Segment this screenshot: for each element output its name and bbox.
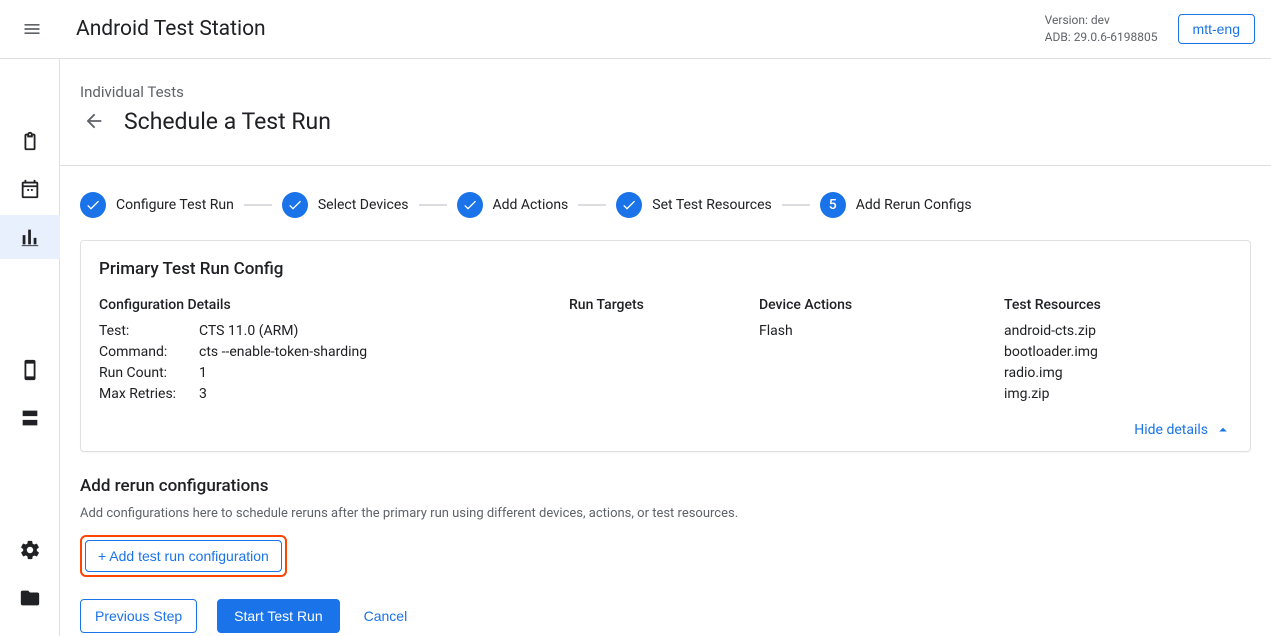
nav-phone-icon[interactable] — [0, 348, 60, 392]
check-icon — [457, 192, 483, 218]
col-header-actions: Device Actions — [759, 297, 994, 313]
action-row: Previous Step Start Test Run Cancel — [80, 599, 1251, 633]
resource-item: img.zip — [1004, 384, 1232, 405]
adb-line: ADB: 29.0.6-6198805 — [1045, 29, 1158, 46]
rerun-section-desc: Add configurations here to schedule reru… — [80, 506, 1251, 521]
col-header-targets: Run Targets — [569, 297, 749, 313]
card-title: Primary Test Run Config — [99, 259, 1232, 279]
step-connector — [782, 204, 810, 206]
version-line: Version: dev — [1045, 12, 1158, 29]
nav-calendar-icon[interactable] — [0, 167, 60, 211]
step-label: Configure Test Run — [116, 197, 234, 213]
kv-label: Test: — [99, 321, 191, 342]
resource-item: bootloader.img — [1004, 342, 1232, 363]
previous-step-button[interactable]: Previous Step — [80, 599, 197, 633]
highlight-box: + Add test run configuration — [80, 535, 287, 577]
step-label: Add Actions — [493, 197, 569, 213]
kv-value: 3 — [199, 384, 207, 405]
nav-analytics-icon[interactable] — [0, 215, 60, 259]
step-select-devices[interactable]: Select Devices — [282, 192, 409, 218]
kv-label: Command: — [99, 342, 191, 363]
step-label: Add Rerun Configs — [856, 197, 972, 213]
nav-settings-icon[interactable] — [0, 528, 60, 572]
app-title: Android Test Station — [76, 17, 266, 41]
step-connector — [244, 204, 272, 206]
menu-icon[interactable] — [12, 9, 52, 49]
start-test-run-button[interactable]: Start Test Run — [217, 599, 339, 633]
page-title: Schedule a Test Run — [124, 108, 331, 135]
nav-server-icon[interactable] — [0, 396, 60, 440]
step-set-test-resources[interactable]: Set Test Resources — [616, 192, 771, 218]
back-arrow-icon[interactable] — [80, 107, 108, 135]
hide-details-toggle[interactable]: Hide details — [99, 421, 1232, 439]
add-test-run-config-button[interactable]: + Add test run configuration — [85, 540, 282, 572]
check-icon — [616, 192, 642, 218]
step-label: Select Devices — [318, 197, 409, 213]
side-rail — [0, 59, 60, 636]
rerun-section-title: Add rerun configurations — [80, 476, 1251, 496]
step-add-actions[interactable]: Add Actions — [457, 192, 569, 218]
step-label: Set Test Resources — [652, 197, 771, 213]
check-icon — [282, 192, 308, 218]
main-content: Individual Tests Schedule a Test Run Con… — [60, 59, 1271, 636]
kv-value: CTS 11.0 (ARM) — [199, 321, 298, 342]
kv-label: Max Retries: — [99, 384, 191, 405]
step-connector — [578, 204, 606, 206]
kv-value: cts --enable-token-sharding — [199, 342, 367, 363]
step-connector — [419, 204, 447, 206]
resource-item: radio.img — [1004, 363, 1232, 384]
divider — [60, 165, 1271, 166]
step-number: 5 — [820, 192, 846, 218]
resource-item: android-cts.zip — [1004, 321, 1232, 342]
cancel-button[interactable]: Cancel — [360, 600, 412, 632]
step-configure-test-run[interactable]: Configure Test Run — [80, 192, 234, 218]
col-header-resources: Test Resources — [1004, 297, 1232, 313]
col-header-config: Configuration Details — [99, 297, 559, 313]
kv-value: 1 — [199, 363, 207, 384]
step-add-rerun-configs[interactable]: 5 Add Rerun Configs — [820, 192, 972, 218]
primary-config-card: Primary Test Run Config Configuration De… — [80, 240, 1251, 452]
user-button[interactable]: mtt-eng — [1178, 14, 1255, 44]
chevron-up-icon — [1214, 421, 1232, 439]
breadcrumb: Individual Tests — [80, 83, 1251, 101]
check-icon — [80, 192, 106, 218]
version-info: Version: dev ADB: 29.0.6-6198805 — [1045, 12, 1158, 46]
top-bar: Android Test Station Version: dev ADB: 2… — [0, 0, 1271, 59]
stepper: Configure Test Run Select Devices Add Ac… — [80, 192, 1251, 218]
kv-label: Run Count: — [99, 363, 191, 384]
nav-clipboard-icon[interactable] — [0, 119, 60, 163]
device-action-item: Flash — [759, 321, 994, 342]
nav-folder-icon[interactable] — [0, 576, 60, 620]
hide-details-label: Hide details — [1134, 422, 1208, 438]
